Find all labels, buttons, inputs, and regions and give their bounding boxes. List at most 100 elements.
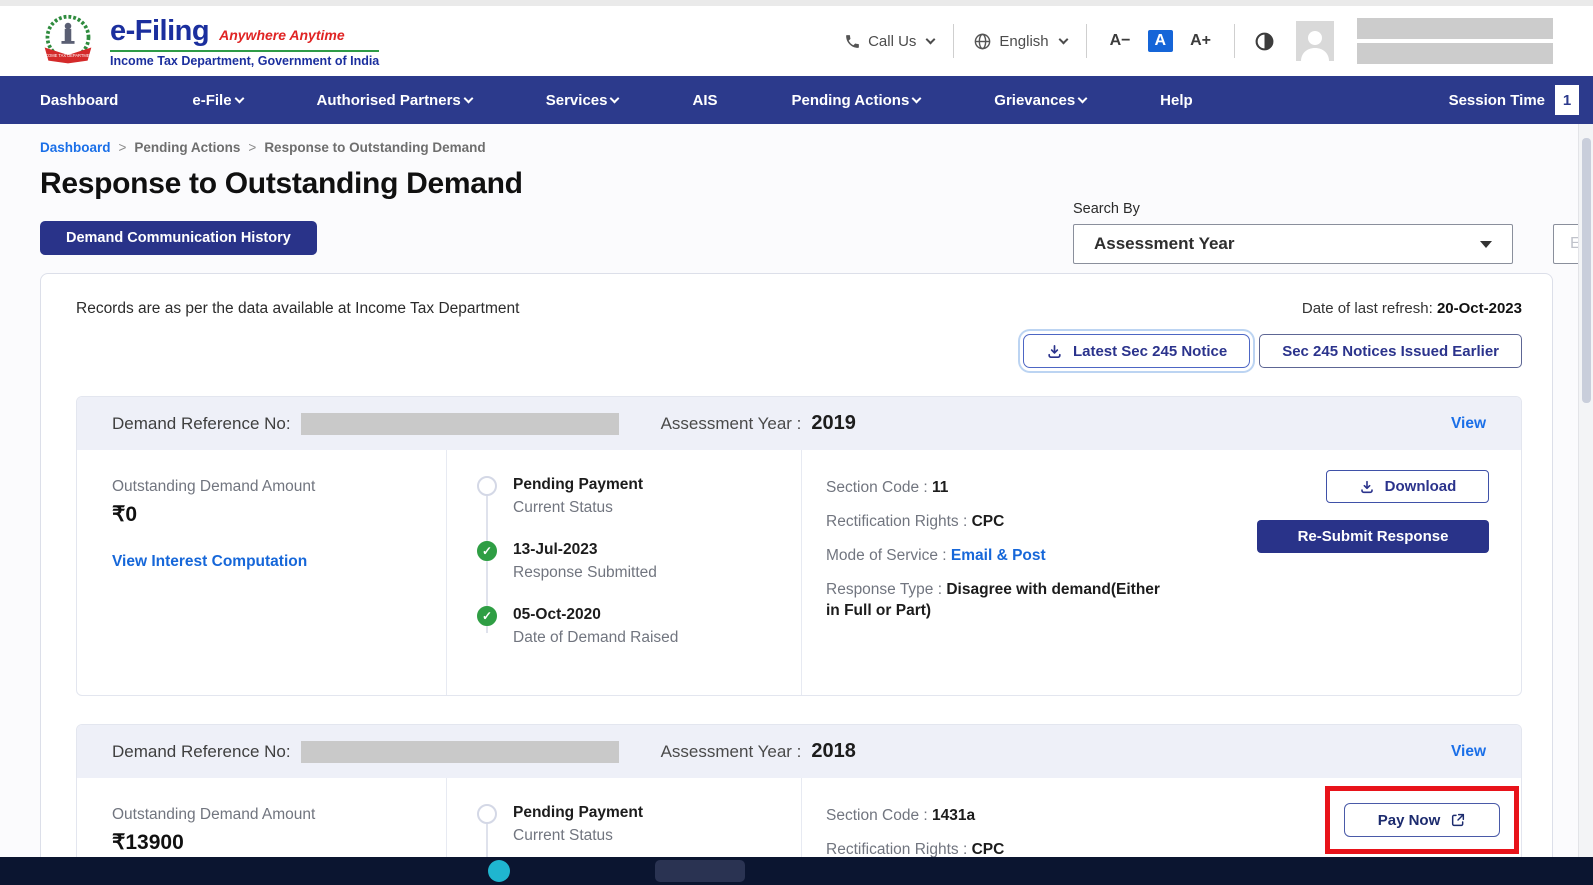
records-note: Records are as per the data available at… bbox=[76, 300, 519, 318]
demand-card-2019: Demand Reference No: Assessment Year : 2… bbox=[76, 396, 1522, 696]
redacted-demand-reference-no bbox=[301, 741, 619, 763]
last-refresh-label: Date of last refresh: bbox=[1302, 300, 1433, 317]
avatar[interactable] bbox=[1296, 21, 1334, 61]
nav-e-file[interactable]: e-File bbox=[192, 92, 242, 109]
taskbar-app-icon[interactable] bbox=[488, 860, 510, 882]
demand-list-panel: Records are as per the data available at… bbox=[40, 273, 1553, 885]
download-icon bbox=[1046, 343, 1063, 360]
nav-authorised-partners[interactable]: Authorised Partners bbox=[317, 92, 472, 109]
chevron-down-icon bbox=[1058, 34, 1068, 44]
demand-communication-history-button[interactable]: Demand Communication History bbox=[40, 221, 317, 255]
header-divider bbox=[1234, 24, 1235, 58]
breadcrumb-separator: > bbox=[119, 140, 127, 155]
language-label: English bbox=[999, 33, 1048, 50]
assessment-year-value: 2018 bbox=[811, 740, 856, 763]
demand-card-header: Demand Reference No: Assessment Year : 2… bbox=[77, 725, 1521, 778]
check-icon: ✓ bbox=[477, 541, 497, 561]
scrollbar[interactable] bbox=[1578, 124, 1593, 857]
dropdown-caret-icon bbox=[1480, 241, 1492, 248]
nav-services[interactable]: Services bbox=[546, 92, 619, 109]
pay-now-button[interactable]: Pay Now bbox=[1344, 803, 1500, 837]
breadcrumb-dashboard[interactable]: Dashboard bbox=[40, 140, 111, 155]
redacted-user-name bbox=[1357, 18, 1553, 39]
breadcrumb: Dashboard > Pending Actions > Response t… bbox=[40, 140, 1553, 155]
chevron-down-icon bbox=[234, 93, 244, 103]
download-icon bbox=[1359, 479, 1375, 495]
response-type-row: Response Type : Disagree with demand(Eit… bbox=[826, 580, 1161, 622]
pending-status-icon bbox=[477, 804, 497, 824]
chevron-down-icon bbox=[926, 34, 936, 44]
nav-dashboard[interactable]: Dashboard bbox=[40, 92, 118, 109]
brand-org: Income Tax Department, Government of Ind… bbox=[110, 54, 379, 68]
assessment-year-label: Assessment Year : bbox=[661, 742, 802, 762]
rectification-rights-row: Rectification Rights : CPC bbox=[826, 512, 1161, 533]
header: INCOME TAX DEPARTMENT e-Filing Anywhere … bbox=[0, 6, 1593, 76]
redacted-demand-reference-no bbox=[301, 413, 619, 435]
income-tax-emblem-icon: INCOME TAX DEPARTMENT bbox=[40, 12, 96, 70]
font-default-button[interactable]: A bbox=[1148, 30, 1174, 52]
nav-grievances[interactable]: Grievances bbox=[994, 92, 1086, 109]
header-divider bbox=[1086, 24, 1087, 58]
svg-text:INCOME TAX DEPARTMENT: INCOME TAX DEPARTMENT bbox=[41, 53, 96, 58]
chevron-down-icon bbox=[463, 93, 473, 103]
breadcrumb-pending-actions: Pending Actions bbox=[134, 140, 240, 155]
search-by-selected-value: Assessment Year bbox=[1094, 234, 1235, 254]
taskbar bbox=[0, 857, 1593, 885]
globe-icon bbox=[973, 32, 992, 51]
demand-reference-label: Demand Reference No: bbox=[112, 742, 291, 762]
chevron-down-icon bbox=[1078, 93, 1088, 103]
breadcrumb-current: Response to Outstanding Demand bbox=[264, 140, 485, 155]
sec-245-notices-issued-earlier-button[interactable]: Sec 245 Notices Issued Earlier bbox=[1259, 334, 1522, 368]
last-refresh: Date of last refresh: 20-Oct-2023 bbox=[1302, 300, 1522, 317]
outstanding-demand-amount-label: Outstanding Demand Amount bbox=[112, 478, 426, 496]
view-link[interactable]: View bbox=[1451, 743, 1486, 761]
header-divider bbox=[953, 24, 954, 58]
demand-reference-label: Demand Reference No: bbox=[112, 414, 291, 434]
assessment-year-value: 2019 bbox=[811, 412, 856, 435]
scrollbar-thumb[interactable] bbox=[1582, 138, 1591, 403]
outstanding-demand-amount-label: Outstanding Demand Amount bbox=[112, 806, 426, 824]
timeline-item: Pending Payment Current Status bbox=[477, 476, 791, 517]
brand-name: e-Filing bbox=[110, 15, 209, 48]
chevron-down-icon bbox=[912, 93, 922, 103]
search-by-dropdown[interactable]: Assessment Year bbox=[1073, 224, 1513, 264]
main-nav: Dashboard e-File Authorised Partners Ser… bbox=[0, 76, 1593, 124]
re-submit-response-button[interactable]: Re-Submit Response bbox=[1257, 520, 1489, 553]
check-icon: ✓ bbox=[477, 606, 497, 626]
assessment-year-label: Assessment Year : bbox=[661, 414, 802, 434]
search-by-group: Search By Assessment Year bbox=[1073, 201, 1513, 264]
section-code-row: Section Code : 11 bbox=[826, 478, 1161, 499]
pending-status-icon bbox=[477, 476, 497, 496]
download-button[interactable]: Download bbox=[1326, 470, 1489, 503]
outstanding-demand-amount-value: ₹0 bbox=[112, 502, 426, 527]
nav-ais[interactable]: AIS bbox=[692, 92, 717, 109]
external-link-icon bbox=[1450, 812, 1466, 828]
taskbar-app-button[interactable] bbox=[655, 860, 745, 882]
page-title: Response to Outstanding Demand bbox=[40, 167, 1553, 201]
latest-sec-245-notice-button[interactable]: Latest Sec 245 Notice bbox=[1023, 334, 1250, 368]
phone-icon bbox=[844, 33, 861, 50]
last-refresh-date: 20-Oct-2023 bbox=[1437, 300, 1522, 317]
pay-now-highlight-box: Pay Now bbox=[1325, 786, 1519, 854]
font-increase-button[interactable]: A+ bbox=[1186, 30, 1215, 52]
call-us-label: Call Us bbox=[868, 33, 916, 50]
demand-card-header: Demand Reference No: Assessment Year : 2… bbox=[77, 397, 1521, 450]
nav-help[interactable]: Help bbox=[1160, 92, 1193, 109]
timeline-item: Pending Payment Current Status bbox=[477, 804, 791, 845]
session-timer-value: 1 bbox=[1555, 85, 1579, 115]
nav-pending-actions[interactable]: Pending Actions bbox=[792, 92, 921, 109]
breadcrumb-separator: > bbox=[248, 140, 256, 155]
timeline-item: ✓ 05-Oct-2020 Date of Demand Raised bbox=[477, 606, 791, 647]
view-interest-computation-link[interactable]: View Interest Computation bbox=[112, 553, 307, 571]
timeline-item: ✓ 13-Jul-2023 Response Submitted bbox=[477, 541, 791, 582]
language-menu[interactable]: English bbox=[973, 32, 1066, 51]
call-us-menu[interactable]: Call Us bbox=[844, 33, 934, 50]
section-code-row: Section Code : 1431a bbox=[826, 806, 1161, 827]
chevron-down-icon bbox=[610, 93, 620, 103]
brand-tagline: Anywhere Anytime bbox=[219, 27, 345, 43]
view-link[interactable]: View bbox=[1451, 415, 1486, 433]
session-time-label: Session Time bbox=[1449, 92, 1545, 109]
contrast-toggle-icon[interactable] bbox=[1254, 31, 1275, 52]
site-logo[interactable]: INCOME TAX DEPARTMENT e-Filing Anywhere … bbox=[40, 12, 379, 70]
font-decrease-button[interactable]: A− bbox=[1106, 30, 1135, 52]
